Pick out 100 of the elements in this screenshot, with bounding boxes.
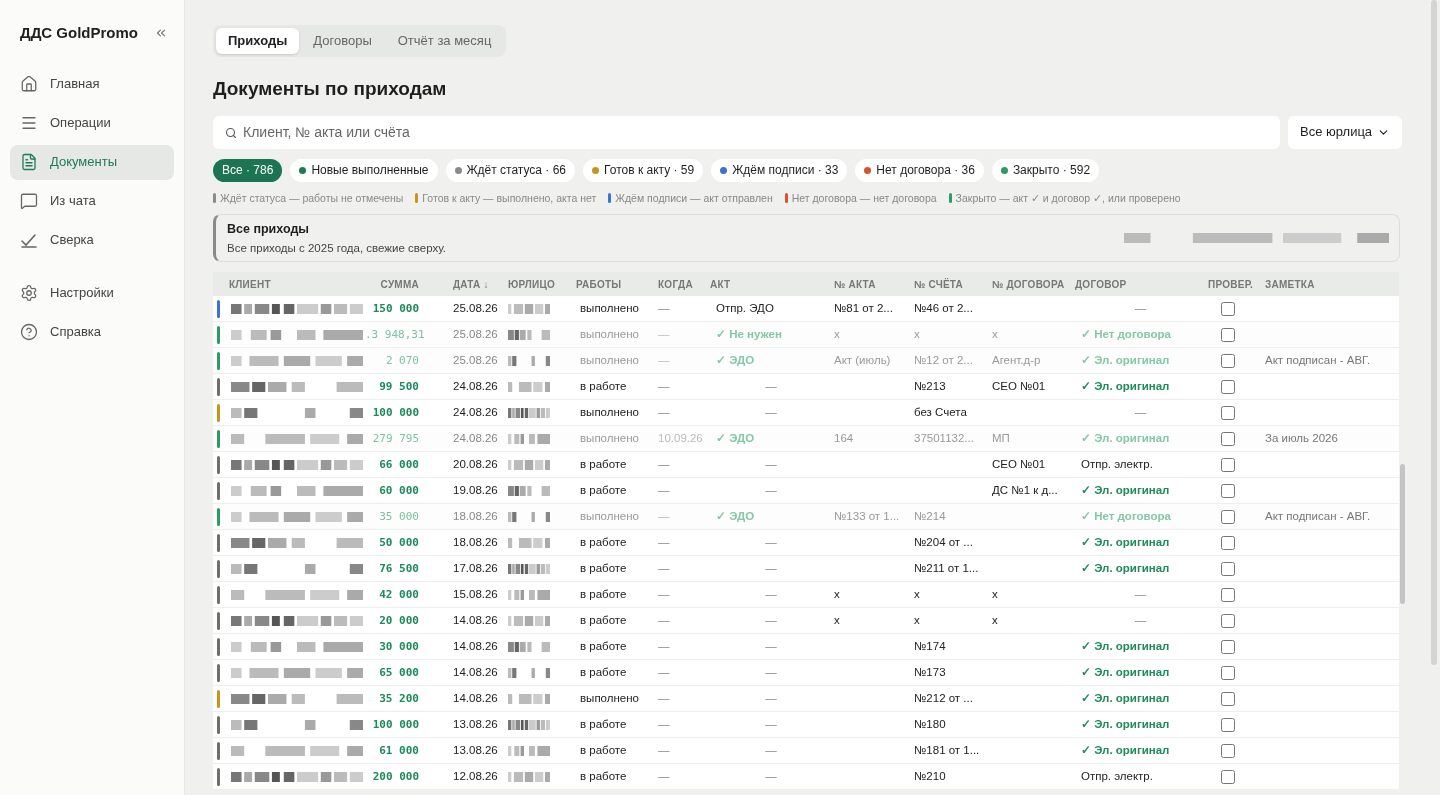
status-text: Отпр. электр. [1081, 457, 1153, 473]
checkbox[interactable] [1220, 639, 1235, 654]
checkbox[interactable] [1220, 353, 1235, 368]
column-header[interactable]: АКТ [702, 276, 826, 292]
sidebar-item[interactable]: Операции [10, 105, 174, 141]
column-header[interactable]: № АКТА [826, 276, 906, 292]
column-header[interactable]: РАБОТЫ [568, 276, 650, 292]
dash-text: — [1134, 587, 1147, 603]
entity-select[interactable]: Все юрлица [1288, 115, 1402, 149]
column-header[interactable]: ДОГОВОР [1067, 276, 1200, 292]
legend-text: Ждёт статуса — работы не отмечены [220, 190, 404, 206]
filter-chip[interactable]: Все · 786 [213, 158, 283, 182]
filter-chip[interactable]: Новые выполненные [290, 158, 438, 182]
works-text: в работе [579, 561, 628, 577]
sidebar-item[interactable]: Сверка [10, 222, 174, 258]
dash-text: — [765, 483, 777, 499]
column-header[interactable]: КОГДА [650, 276, 702, 292]
checkbox[interactable] [1220, 561, 1235, 576]
sidebar-item[interactable]: Из чата [10, 183, 174, 219]
date-text: 10.09.26 [657, 431, 702, 447]
column-header[interactable]: СУММА [365, 276, 445, 292]
invoice-number-text: №12 от 2... [914, 354, 973, 367]
date-text: — [657, 379, 671, 395]
date-text: 13.08.26 [452, 717, 499, 733]
works-text: выполнено [579, 431, 640, 447]
redacted-text-drawing [508, 615, 550, 626]
filter-chip[interactable]: Закрыто · 592 [991, 158, 1100, 182]
checkbox[interactable] [1220, 405, 1235, 420]
checkbox[interactable] [1220, 483, 1235, 498]
status-text: ✓ Нет договора [1081, 509, 1171, 525]
status-text: ✓ ЭДО [716, 431, 755, 447]
search-icon [225, 126, 237, 139]
checkbox[interactable] [1220, 509, 1235, 524]
date-text: — [657, 405, 671, 421]
invoice-number-text: №180 [914, 718, 946, 731]
filter-chip[interactable]: Готов к акту · 59 [583, 158, 704, 182]
invoice-number-text: №174 [914, 640, 946, 653]
checkbox[interactable] [1220, 535, 1235, 550]
checkbox[interactable] [1220, 327, 1235, 342]
column-header[interactable]: ЮРЛИЦО [500, 276, 568, 292]
works-text: в работе [579, 743, 628, 759]
sidebar-item[interactable]: Главная [10, 66, 174, 102]
column-header[interactable]: № СЧЁТА [906, 276, 984, 292]
checkbox[interactable] [1220, 301, 1235, 316]
page-title: Документы по приходам [213, 77, 448, 101]
sidebar-item[interactable]: Настройки [10, 275, 174, 311]
tab[interactable]: Приходы [216, 28, 300, 54]
filter-chip[interactable]: Ждём подписи · 33 [711, 158, 848, 182]
invoice-number-text: №46 от 2... [914, 302, 973, 315]
checkbox[interactable] [1220, 431, 1235, 446]
status-text: ✓ Эл. оригинал [1081, 717, 1170, 733]
date-text: — [657, 509, 671, 525]
checkbox[interactable] [1220, 717, 1235, 732]
redacted-text-drawing [508, 745, 550, 756]
checkbox[interactable] [1220, 379, 1235, 394]
date-text: — [657, 587, 671, 603]
filter-chip[interactable]: Ждёт статуса · 66 [445, 158, 576, 182]
checkbox[interactable] [1220, 691, 1235, 706]
dash-text: — [1134, 301, 1147, 317]
page-scrollbar-thumb[interactable] [1431, 0, 1437, 665]
contract-number-text: СЕО №01 [992, 380, 1046, 393]
date-text: — [657, 691, 671, 707]
column-header[interactable]: ПРОВЕР. [1200, 276, 1257, 292]
date-text: 14.08.26 [452, 613, 499, 629]
list-icon [20, 114, 38, 132]
date-text: 12.08.26 [452, 769, 499, 785]
column-header[interactable]: КЛИЕНТ [213, 276, 365, 292]
checkbox[interactable] [1220, 743, 1235, 758]
checkbox[interactable] [1220, 457, 1235, 472]
redacted-text-drawing [508, 589, 550, 600]
scrollbar-thumb[interactable] [1400, 464, 1405, 605]
works-text: в работе [579, 483, 628, 499]
column-header[interactable]: ДАТА ↓ [445, 276, 500, 292]
date-text: 18.08.26 [452, 509, 499, 525]
checkbox[interactable] [1220, 769, 1235, 784]
invoice-number-text: №212 от ... [914, 692, 973, 705]
status-text: ✓ Эл. оригинал [1081, 483, 1170, 499]
redacted-text-drawing [508, 303, 550, 314]
column-header[interactable]: ЗАМЕТКА [1257, 276, 1390, 292]
redacted-text-drawing [508, 381, 550, 392]
sidebar-item[interactable]: Справка [10, 314, 174, 350]
dash-text: — [1134, 613, 1147, 629]
tab[interactable]: Отчёт за месяц [385, 28, 504, 54]
search-field[interactable]: Клиент, № акта или счёта [213, 115, 1280, 149]
legend-text: Ждём подписи — акт отправлен [615, 190, 773, 206]
act-number-text: x [834, 614, 840, 627]
checkbox[interactable] [1220, 665, 1235, 680]
act-number-text: №81 от 2... [834, 302, 893, 315]
dash-text: — [765, 405, 777, 421]
tab[interactable]: Договоры [301, 28, 384, 54]
date-text: 25.08.26 [452, 301, 499, 317]
invoice-number-text: 37501132... [914, 432, 974, 445]
column-header[interactable]: № ДОГОВОРА [984, 276, 1067, 292]
amount-text: 150 000 [371, 300, 420, 317]
dash-text: — [765, 457, 777, 473]
date-text: 13.08.26 [452, 743, 499, 759]
sidebar-item[interactable]: Документы [10, 144, 174, 180]
checkbox[interactable] [1220, 587, 1235, 602]
checkbox[interactable] [1220, 613, 1235, 628]
filter-chip[interactable]: Нет договора · 36 [855, 158, 984, 182]
